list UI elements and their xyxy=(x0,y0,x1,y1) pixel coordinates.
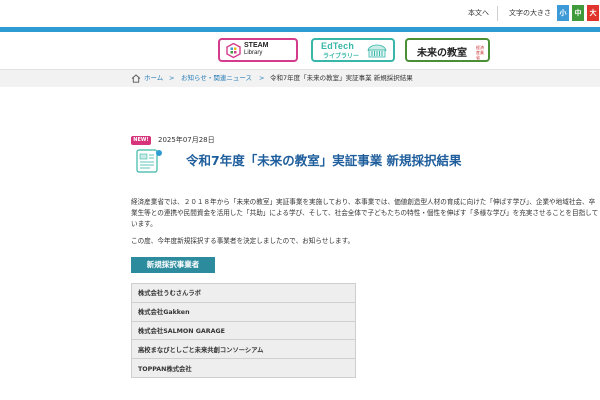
news-document-icon xyxy=(136,149,162,173)
edtech-library-link[interactable]: EdTech ライブラリー xyxy=(311,38,395,62)
steam-logo-line2: Library xyxy=(244,50,263,56)
vendor-cell: 株式会社SALMON GARAGE xyxy=(131,320,356,341)
bookshelf-icon xyxy=(367,44,387,58)
steam-logo-line1: STEAM xyxy=(244,42,269,49)
breadcrumb-current: 令和7年度「未来の教室」実証事業 新規採択結果 xyxy=(270,74,413,82)
utility-bar: 本文へ 文字の大きさ 小 中 大 xyxy=(0,0,600,27)
publish-date: 2025年07月28日 xyxy=(158,136,215,144)
text-size-medium-button[interactable]: 中 xyxy=(572,5,584,21)
vendor-table: 株式会社うむさんラボ 株式会社Gakken 株式会社SALMON GARAGE … xyxy=(131,283,356,378)
text-size-large-button[interactable]: 大 xyxy=(587,5,599,21)
page-title: 令和7年度「未来の教室」実証事業 新規採択結果 xyxy=(186,153,462,168)
steam-library-link[interactable]: STEAM Library xyxy=(218,38,298,62)
intro-paragraph: 経済産業省では、２０１８年から「未来の教室」実証事業を実施しており、本事業では、… xyxy=(131,198,599,229)
breadcrumb-separator: > xyxy=(259,74,265,82)
mirai-no-kyoshitsu-link[interactable]: 未来の教室 経済産業省 xyxy=(405,38,490,62)
table-row: TOPPAN株式会社 xyxy=(131,358,356,378)
table-row: 株式会社Gakken xyxy=(131,301,356,322)
edtech-logo-line2: ライブラリー xyxy=(323,53,360,60)
steam-logo-icon xyxy=(226,43,241,58)
skip-to-content-link[interactable]: 本文へ xyxy=(468,0,489,27)
edtech-logo-line1: EdTech xyxy=(321,41,355,51)
breadcrumb-home-link[interactable]: ホーム xyxy=(144,70,163,87)
header-accent-band xyxy=(0,27,600,32)
utility-divider xyxy=(497,6,498,21)
table-row: 株式会社SALMON GARAGE xyxy=(131,320,356,341)
vendor-cell: 株式会社Gakken xyxy=(131,301,356,322)
breadcrumb-news-link[interactable]: お知らせ・関連ニュース xyxy=(181,70,252,87)
text-size-small-button[interactable]: 小 xyxy=(557,5,569,21)
mirai-logo-sub: 経済産業省 xyxy=(476,45,484,60)
announcement-paragraph: この度、今年度新規採択する事業者を決定しましたので、お知らせします。 xyxy=(131,237,355,245)
table-row: 高校まなびとしごと未来共創コンソーシアム xyxy=(131,339,356,360)
text-size-label: 文字の大きさ xyxy=(509,9,551,17)
mirai-logo-title: 未来の教室 xyxy=(417,48,467,59)
table-row: 株式会社うむさんラボ xyxy=(131,283,356,303)
section-heading-selected-vendors: 新規採択事業者 xyxy=(131,257,215,273)
breadcrumb-separator: > xyxy=(169,74,175,82)
vendor-cell: TOPPAN株式会社 xyxy=(131,358,356,378)
vendor-cell: 株式会社うむさんラボ xyxy=(131,283,356,303)
home-icon xyxy=(131,74,141,83)
new-badge: NEW! xyxy=(131,136,151,145)
vendor-cell: 高校まなびとしごと未来共創コンソーシアム xyxy=(131,339,356,360)
section-heading-label: 新規採択事業者 xyxy=(146,260,200,269)
